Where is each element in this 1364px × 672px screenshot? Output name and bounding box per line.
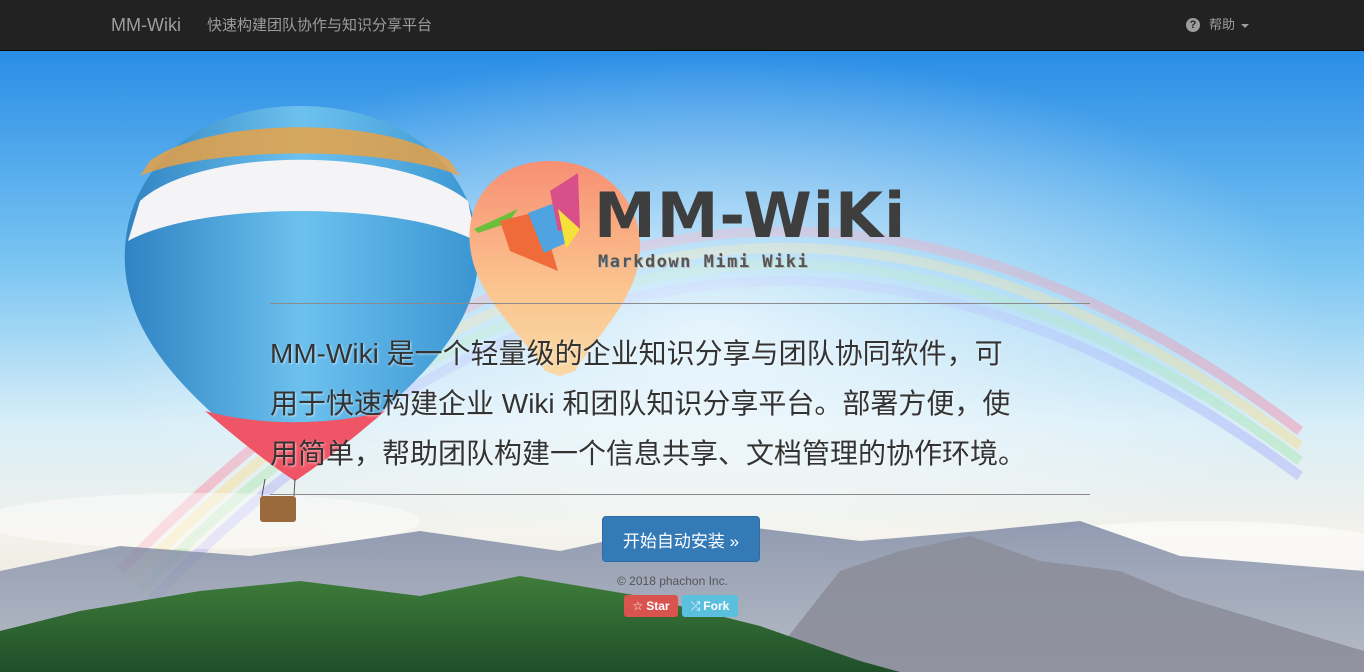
- help-dropdown[interactable]: ? 帮助: [1186, 16, 1250, 34]
- mm-wiki-logo-icon: [474, 173, 580, 271]
- start-install-button[interactable]: 开始自动安装 »: [602, 516, 760, 562]
- divider-bottom: [270, 494, 1090, 495]
- navbar-subtitle: 快速构建团队协作与知识分享平台: [207, 17, 433, 34]
- description-line: 用于快速构建企业 Wiki 和团队知识分享平台。部署方便，使: [270, 388, 1011, 419]
- caret-down-icon: [1241, 24, 1250, 28]
- help-label: 帮助: [1209, 17, 1236, 32]
- github-star-button[interactable]: ☆ Star: [624, 595, 678, 617]
- hero-description: MM-Wiki 是一个轻量级的企业知识分享与团队协同软件，可 用于快速构建企业 …: [270, 329, 1090, 479]
- logo-title: MM-WiKi: [594, 179, 907, 252]
- copyright-text: © 2018 phachon Inc.: [617, 574, 728, 588]
- question-circle-icon: ?: [1186, 18, 1200, 32]
- brand-link[interactable]: MM-Wiki: [111, 14, 181, 36]
- fork-label: Fork: [703, 599, 730, 613]
- logo-subtitle: Markdown Mimi Wiki: [598, 252, 810, 272]
- hero-section: MM-WiKi Markdown Mimi Wiki MM-Wiki 是一个轻量…: [0, 51, 1364, 672]
- star-label: Star: [646, 599, 670, 613]
- description-line: 用简单，帮助团队构建一个信息共享、文档管理的协作环境。: [270, 438, 1027, 469]
- top-navbar: MM-Wiki 快速构建团队协作与知识分享平台 ? 帮助: [0, 0, 1364, 51]
- star-outline-icon: ☆: [632, 599, 644, 613]
- github-fork-button[interactable]: ⤮ Fork: [682, 595, 738, 617]
- description-line: MM-Wiki 是一个轻量级的企业知识分享与团队协同软件，可: [270, 338, 1003, 369]
- shuffle-icon: ⤮: [690, 598, 701, 613]
- divider-top: [270, 303, 1090, 304]
